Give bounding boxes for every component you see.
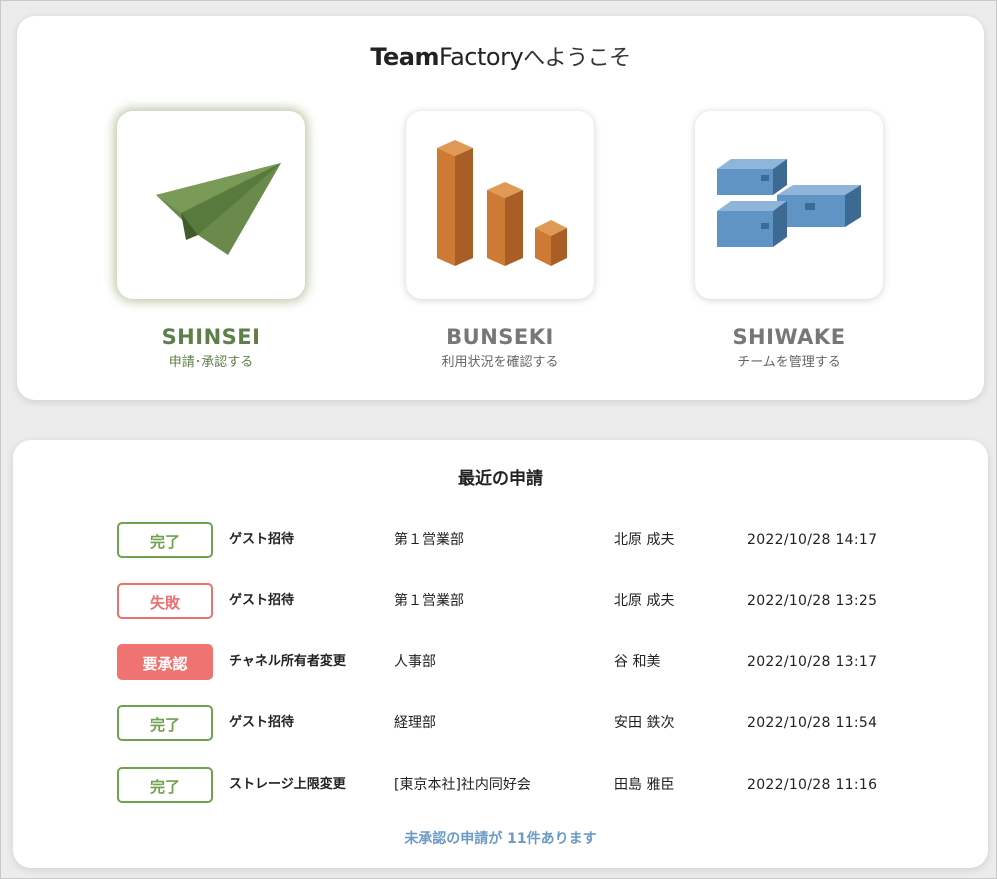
bar-blocks-icon bbox=[437, 140, 567, 266]
requester: 北原 成夫 bbox=[614, 532, 675, 548]
app-name: SHIWAKE bbox=[732, 325, 846, 349]
department: 第１営業部 bbox=[394, 593, 464, 609]
status-badge: 完了 bbox=[117, 705, 213, 741]
welcome-title: TeamFactoryへようこそ bbox=[17, 40, 984, 72]
department: 経理部 bbox=[394, 715, 436, 731]
timestamp: 2022/10/28 14:17 bbox=[747, 532, 878, 548]
drawer-blocks-icon bbox=[717, 159, 861, 247]
timestamp: 2022/10/28 11:16 bbox=[747, 777, 878, 793]
request-type: ゲスト招待 bbox=[229, 532, 295, 547]
recent-title: 最近の申請 bbox=[458, 469, 543, 489]
pending-requests-link[interactable]: 未承認の申請が 11件あります bbox=[13, 828, 988, 848]
request-type: ゲスト招待 bbox=[229, 593, 295, 608]
welcome-card: TeamFactoryへようこそ SHINSEI 申請･承認する BUNSEKI… bbox=[17, 16, 984, 400]
app-name: BUNSEKI bbox=[446, 325, 554, 349]
requester: 田島 雅臣 bbox=[614, 777, 675, 793]
app-desc: 申請･承認する bbox=[168, 355, 254, 370]
app-shiwake[interactable]: SHIWAKE チームを管理する bbox=[694, 111, 884, 370]
table-row[interactable]: 完了 ストレージ上限変更 [東京本社]社内同好会 田島 雅臣 2022/10/2… bbox=[117, 765, 897, 805]
table-row[interactable]: 要承認 チャネル所有者変更 人事部 谷 和美 2022/10/28 13:17 bbox=[117, 642, 897, 682]
table-row[interactable]: 失敗 ゲスト招待 第１営業部 北原 成夫 2022/10/28 13:25 bbox=[117, 581, 897, 621]
brand-team: Team bbox=[370, 43, 439, 71]
app-shinsei[interactable]: SHINSEI 申請･承認する bbox=[116, 111, 306, 370]
request-type: ストレージ上限変更 bbox=[229, 777, 346, 792]
department: [東京本社]社内同好会 bbox=[394, 777, 531, 793]
request-type: ゲスト招待 bbox=[229, 715, 295, 730]
status-badge: 完了 bbox=[117, 522, 213, 558]
app-bunseki[interactable]: BUNSEKI 利用状況を確認する bbox=[405, 111, 595, 370]
brand-factory: Factory bbox=[438, 43, 524, 71]
welcome-suffix: へようこそ bbox=[523, 46, 631, 71]
app-name: SHINSEI bbox=[161, 325, 261, 349]
department: 第１営業部 bbox=[394, 532, 464, 548]
paper-plane-icon bbox=[156, 163, 281, 255]
app-desc: チームを管理する bbox=[737, 355, 841, 370]
app-desc: 利用状況を確認する bbox=[441, 355, 559, 370]
timestamp: 2022/10/28 11:54 bbox=[747, 715, 878, 731]
timestamp: 2022/10/28 13:25 bbox=[747, 593, 878, 609]
request-type: チャネル所有者変更 bbox=[229, 654, 346, 669]
requester: 谷 和美 bbox=[614, 654, 661, 670]
timestamp: 2022/10/28 13:17 bbox=[747, 654, 878, 670]
app-tile-shiwake[interactable] bbox=[695, 111, 883, 299]
requester: 北原 成夫 bbox=[614, 593, 675, 609]
table-row[interactable]: 完了 ゲスト招待 経理部 安田 鉄次 2022/10/28 11:54 bbox=[117, 703, 897, 743]
app-window: TeamFactoryへようこそ SHINSEI 申請･承認する BUNSEKI… bbox=[0, 0, 997, 879]
status-badge: 要承認 bbox=[117, 644, 213, 680]
department: 人事部 bbox=[394, 654, 436, 670]
recent-requests-card: 最近の申請 完了 ゲスト招待 第１営業部 北原 成夫 2022/10/28 14… bbox=[13, 440, 988, 868]
status-badge: 失敗 bbox=[117, 583, 213, 619]
app-tile-bunseki[interactable] bbox=[406, 111, 594, 299]
table-row[interactable]: 完了 ゲスト招待 第１営業部 北原 成夫 2022/10/28 14:17 bbox=[117, 520, 897, 560]
app-tile-shinsei[interactable] bbox=[117, 111, 305, 299]
requester: 安田 鉄次 bbox=[614, 715, 675, 731]
status-badge: 完了 bbox=[117, 767, 213, 803]
